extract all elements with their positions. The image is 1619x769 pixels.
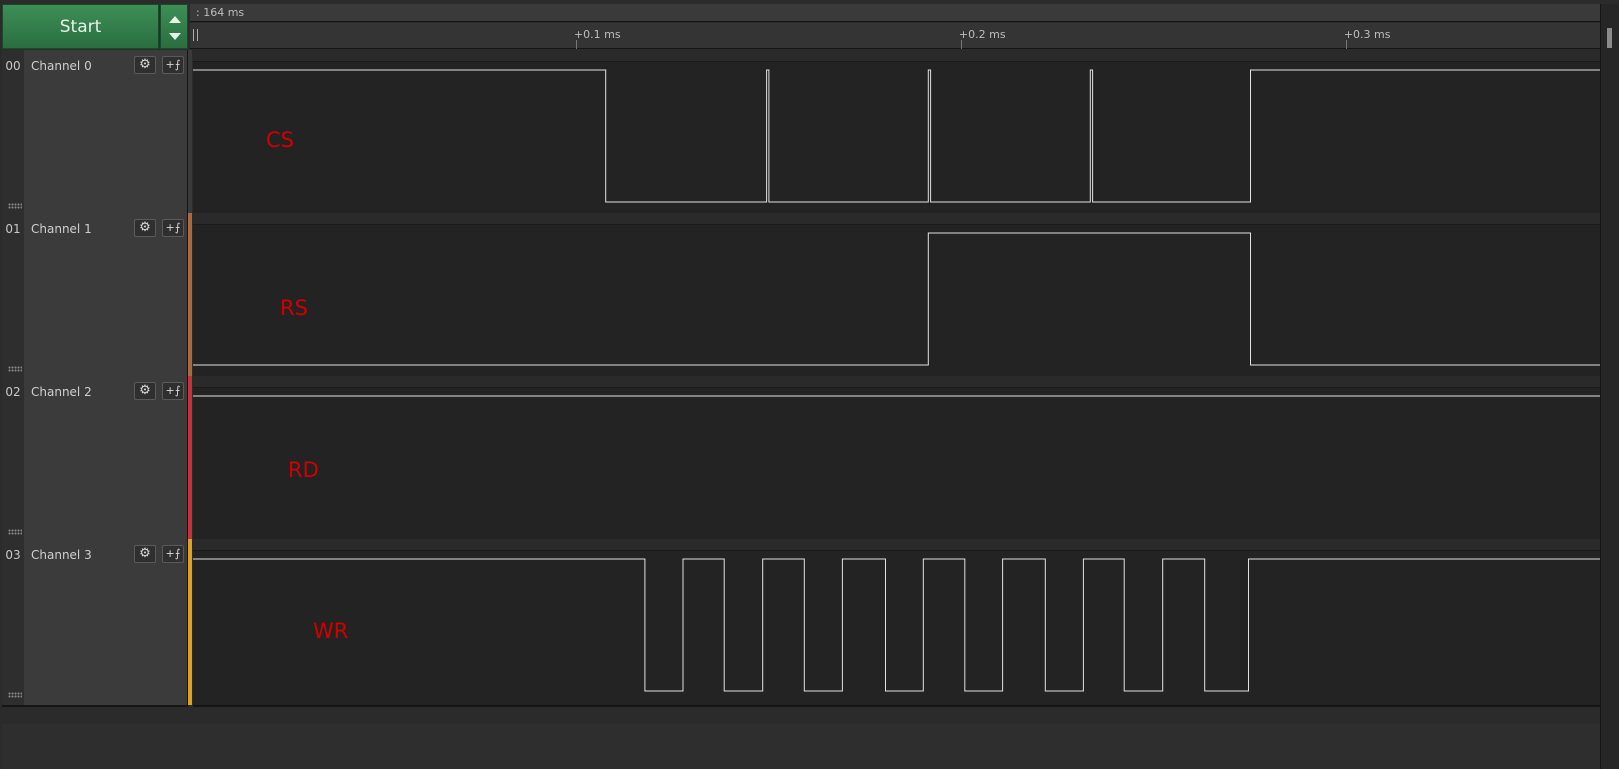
signal-trace <box>193 232 1600 366</box>
gear-icon[interactable]: ⚙ <box>134 56 156 74</box>
channel-label-panel[interactable]: 02 Channel 2 ⚙ +⨍ <box>2 376 188 544</box>
vertical-scrollbar[interactable] <box>1600 4 1619 769</box>
signal-name-label: CS <box>266 128 294 152</box>
drag-grip-icon[interactable] <box>8 692 22 698</box>
time-tick-mark <box>960 40 962 49</box>
waveform-svg <box>193 69 1600 203</box>
waveform-area[interactable]: CS <box>193 50 1600 218</box>
time-tick-mark <box>1345 40 1347 49</box>
channel-label-panel[interactable]: 03 Channel 3 ⚙ +⨍ <box>2 539 188 707</box>
channel-label-panel[interactable]: 01 Channel 1 ⚙ +⨍ <box>2 213 188 381</box>
gear-icon[interactable]: ⚙ <box>134 382 156 400</box>
waveform-svg <box>193 232 1600 366</box>
channel-name[interactable]: Channel 3 <box>31 548 92 562</box>
logic-analyzer-window: Start : 164 ms +0.1 ms +0.2 ms +0.3 ms 00 … <box>0 0 1619 769</box>
channel-row: 00 Channel 0 ⚙ +⨍ CS <box>2 50 1600 218</box>
gear-icon[interactable]: ⚙ <box>134 545 156 563</box>
channel-number: 00 <box>2 50 24 216</box>
channel-name[interactable]: Channel 2 <box>31 385 92 399</box>
drag-grip-icon[interactable] <box>8 366 22 372</box>
time-position-text: : 164 ms <box>196 6 245 19</box>
trigger-edge-icon[interactable]: +⨍ <box>162 56 184 74</box>
trigger-edge-icon[interactable]: +⨍ <box>162 382 184 400</box>
channel-color-bar <box>188 376 192 542</box>
channel-color-bar <box>188 539 192 705</box>
waveform-svg <box>193 395 1600 397</box>
triangle-down-icon[interactable] <box>169 33 181 40</box>
channel-row: 01 Channel 1 ⚙ +⨍ RS <box>2 213 1600 381</box>
ruler-handle-icon[interactable] <box>193 29 198 41</box>
gear-icon[interactable]: ⚙ <box>134 219 156 237</box>
time-position-bar: : 164 ms <box>190 4 1600 22</box>
time-ruler[interactable]: +0.1 ms +0.2 ms +0.3 ms <box>190 23 1600 49</box>
time-tick-mark <box>575 40 577 49</box>
time-tick-label: +0.2 ms <box>958 28 1006 41</box>
channel-number: 02 <box>2 376 24 542</box>
channel-row: 03 Channel 3 ⚙ +⨍ WR <box>2 539 1600 707</box>
waveform-area[interactable]: RS <box>193 213 1600 381</box>
signal-trace <box>193 558 1600 692</box>
waveform-area[interactable]: WR <box>193 539 1600 707</box>
trigger-edge-icon[interactable]: +⨍ <box>162 545 184 563</box>
channel-name[interactable]: Channel 1 <box>31 222 92 236</box>
signal-name-label: RD <box>288 458 319 482</box>
waveform-svg <box>193 558 1600 692</box>
channel-name[interactable]: Channel 0 <box>31 59 92 73</box>
sample-rate-stepper[interactable] <box>160 4 188 49</box>
channel-row: 02 Channel 2 ⚙ +⨍ RD <box>2 376 1600 544</box>
empty-area <box>2 724 1600 769</box>
trigger-edge-icon[interactable]: +⨍ <box>162 219 184 237</box>
time-tick-label: +0.3 ms <box>1343 28 1391 41</box>
drag-grip-icon[interactable] <box>8 203 22 209</box>
signal-name-label: WR <box>313 619 349 643</box>
waveform-area[interactable]: RD <box>193 376 1600 544</box>
channel-number: 03 <box>2 539 24 705</box>
drag-grip-icon[interactable] <box>8 529 22 535</box>
triangle-up-icon[interactable] <box>169 16 181 23</box>
channel-color-bar <box>188 213 192 379</box>
time-tick-label: +0.1 ms <box>573 28 621 41</box>
channel-number: 01 <box>2 213 24 379</box>
scrollbar-thumb[interactable] <box>1607 28 1612 48</box>
channel-color-bar <box>188 50 192 216</box>
signal-trace <box>193 69 1600 203</box>
signal-name-label: RS <box>280 296 308 320</box>
start-button[interactable]: Start <box>2 4 159 49</box>
channel-label-panel[interactable]: 00 Channel 0 ⚙ +⨍ <box>2 50 188 218</box>
